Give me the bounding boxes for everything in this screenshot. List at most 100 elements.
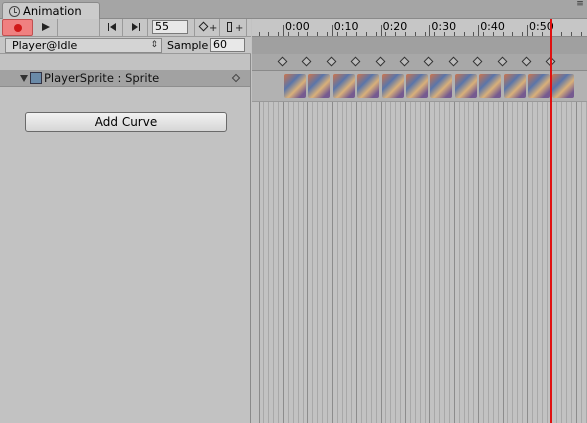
ruler-minor-tick [453, 32, 455, 36]
grid-line [448, 72, 450, 423]
playhead[interactable] [550, 19, 552, 423]
sprite-keyframe-thumbnail[interactable] [503, 74, 526, 98]
grid-line [385, 72, 387, 423]
grid-line [424, 72, 426, 423]
grid-line [497, 72, 499, 423]
play-button[interactable] [34, 19, 58, 36]
sprite-keyframe-thumbnail[interactable] [528, 74, 550, 98]
keyframe-diamond[interactable] [472, 56, 483, 67]
grid-line [400, 72, 402, 423]
add-event-button[interactable]: + [221, 19, 247, 36]
keyframe-diamond[interactable] [399, 56, 410, 67]
keyframe-diamond[interactable] [423, 56, 434, 67]
clip-dropdown[interactable]: Player@Idle ⇕ [5, 38, 162, 53]
ruler-minor-tick [512, 32, 514, 36]
add-keyframe-button[interactable]: + [194, 19, 220, 36]
grid-line [546, 72, 548, 423]
ruler-minor-tick [541, 32, 543, 36]
grid-line [478, 72, 480, 423]
grid-line [278, 72, 280, 423]
keyframe-diamond[interactable] [497, 56, 508, 67]
grid-line [405, 72, 406, 423]
ruler-major-tick [527, 25, 528, 36]
ruler-minor-tick [297, 32, 299, 36]
ruler-minor-tick [492, 32, 494, 36]
timeline-keyframe-row[interactable] [252, 54, 587, 71]
keyframe-diamond[interactable] [326, 56, 337, 67]
property-keyframe-icon[interactable] [231, 73, 241, 83]
keyframe-diamond[interactable] [521, 56, 532, 67]
ruler-minor-tick [375, 32, 377, 36]
grid-line [419, 72, 421, 423]
sprite-keyframe-thumbnail[interactable] [552, 74, 575, 98]
ruler-major-tick [478, 25, 480, 36]
property-row[interactable]: PlayerSprite : Sprite [0, 70, 250, 87]
ruler-minor-tick [580, 32, 582, 36]
sample-input[interactable]: 60 [210, 38, 245, 52]
ruler-minor-tick [444, 32, 446, 36]
grid-line [395, 72, 397, 423]
prev-keyframe-button[interactable] [99, 19, 123, 36]
record-icon [14, 24, 22, 32]
ruler-minor-tick [258, 32, 260, 36]
sprite-keyframe-strip[interactable] [252, 71, 587, 102]
ruler-minor-tick [531, 32, 533, 36]
grid-line [341, 72, 343, 423]
sprite-keyframe-thumbnail[interactable] [284, 74, 306, 98]
grid-line [585, 72, 587, 423]
ruler-minor-tick [434, 32, 436, 36]
timeline-ruler[interactable]: 0:00 0:10 0:20 0:30 0:40 0:50 [252, 19, 587, 37]
grid-line [531, 72, 533, 423]
keyframe-diamond[interactable] [277, 56, 288, 67]
keyframe-diamond[interactable] [350, 56, 361, 67]
grid-line [566, 72, 568, 423]
grid-line [356, 72, 358, 423]
grid-line [444, 72, 446, 423]
sprite-keyframe-thumbnail[interactable] [479, 74, 502, 98]
keyframe-diamond[interactable] [301, 56, 312, 67]
sprite-keyframe-thumbnail[interactable] [430, 74, 453, 98]
grid-line [527, 72, 528, 423]
sprite-keyframe-thumbnail[interactable] [406, 74, 428, 98]
foldout-arrow-icon[interactable] [20, 75, 28, 82]
record-button[interactable] [2, 19, 33, 36]
ruler-major-tick [380, 25, 382, 36]
grid-line [512, 72, 514, 423]
grid-line [390, 72, 392, 423]
keyframe-diamond[interactable] [448, 56, 459, 67]
add-curve-button[interactable]: Add Curve [25, 112, 227, 132]
sprite-keyframe-thumbnail[interactable] [332, 74, 355, 98]
sprite-keyframe-thumbnail[interactable] [381, 74, 404, 98]
ruler-minor-tick [287, 32, 289, 36]
sprite-keyframe-thumbnail[interactable] [357, 74, 380, 98]
ruler-minor-tick [317, 32, 319, 36]
window-menu-icon[interactable]: ≡ [575, 0, 585, 10]
ruler-major-tick [429, 25, 431, 36]
grid-line [307, 72, 309, 423]
grid-line [322, 72, 324, 423]
sprite-keyframe-thumbnail[interactable] [454, 74, 477, 98]
next-keyframe-button[interactable] [124, 19, 148, 36]
grid-line [331, 72, 333, 423]
grid-line [483, 72, 485, 423]
ruler-minor-tick [365, 32, 367, 36]
ruler-minor-tick [395, 32, 397, 36]
grid-line [570, 72, 572, 423]
frame-input[interactable]: 55 [152, 20, 188, 34]
grid-line [287, 72, 289, 423]
keyframe-diamond[interactable] [375, 56, 386, 67]
ruler-minor-tick [278, 32, 280, 36]
ruler-minor-tick [463, 32, 465, 36]
tab-animation[interactable]: Animation [2, 2, 100, 20]
sprite-keyframe-thumbnail[interactable] [308, 74, 331, 98]
grid-line [507, 72, 509, 423]
timeline-track-area[interactable] [252, 72, 587, 423]
grid-line [492, 72, 494, 423]
ruler-minor-tick [424, 32, 426, 36]
ruler-minor-tick [473, 32, 475, 36]
grid-line [561, 72, 563, 423]
grid-line [268, 72, 270, 423]
sprite-renderer-icon [30, 72, 42, 84]
grid-line [502, 72, 504, 423]
grid-line [361, 72, 363, 423]
